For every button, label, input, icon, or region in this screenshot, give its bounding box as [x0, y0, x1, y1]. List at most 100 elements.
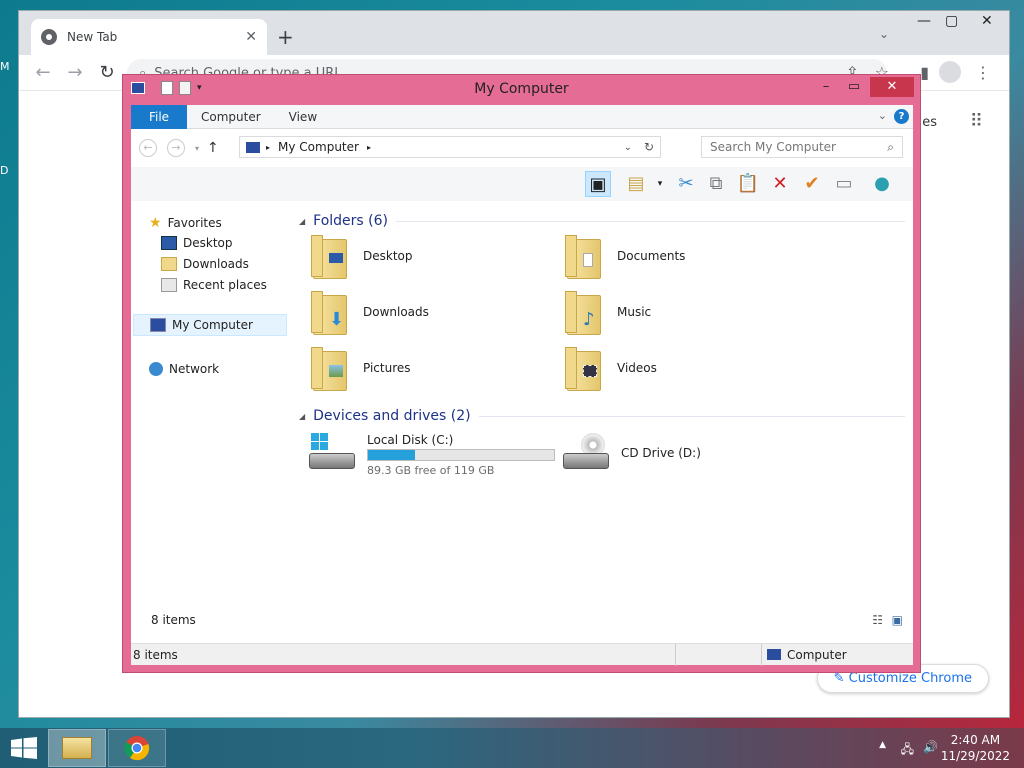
side-panel-icon[interactable]: ▮ [920, 63, 929, 82]
star-icon: ★ [149, 215, 162, 231]
rename-icon[interactable]: ▭ [831, 171, 857, 197]
maximize-button[interactable]: ▢ [945, 13, 958, 29]
drive-local-disk-c[interactable]: Local Disk (C:) 89.3 GB free of 119 GB [309, 433, 555, 477]
taskbar-file-explorer[interactable] [48, 729, 106, 767]
taskbar-chrome[interactable] [108, 729, 166, 767]
group-title: Devices and drives (2) [313, 408, 471, 424]
network-icon [149, 362, 163, 376]
nav-network[interactable]: Network [149, 362, 219, 376]
forward-button[interactable]: → [167, 139, 185, 157]
reload-button[interactable]: ↻ [91, 62, 123, 83]
network-icon[interactable]: 🖧 [901, 740, 914, 761]
drive-cd-d[interactable]: CD Drive (D:) [563, 433, 701, 473]
command-toolbar: ▣ ▤ ▾ ✂ ⧉ 📋 ✕ ✔ ▭ ● [131, 167, 913, 201]
tab-search-icon[interactable]: ⌄ [879, 27, 889, 41]
status-bar: 8 items Computer [131, 643, 913, 666]
tab-new-tab[interactable]: New Tab ✕ [31, 19, 267, 55]
nav-desktop[interactable]: Desktop [161, 236, 233, 250]
volume-icon[interactable]: 🔊 [923, 740, 938, 754]
group-header-folders[interactable]: ◢ Folders (6) [299, 213, 905, 229]
divider [396, 220, 905, 222]
recent-locations-icon[interactable]: ▾ [195, 144, 199, 153]
nav-my-computer[interactable]: My Computer [133, 314, 287, 336]
explorer-body: File Computer View ⌄ ? ← → ▾ ↑ ▸ My Comp… [131, 104, 913, 666]
preview-pane-icon[interactable]: ▣ [585, 171, 611, 197]
network-globe-icon[interactable]: ● [869, 171, 895, 197]
tab-file[interactable]: File [131, 104, 187, 129]
chevron-right-icon[interactable]: ▸ [367, 143, 371, 152]
recent-places-icon [161, 278, 177, 292]
up-button[interactable]: ↑ [207, 140, 219, 156]
explorer-window: ▾ My Computer – ▭ ✕ File Computer View ⌄… [122, 74, 921, 673]
folder-music[interactable]: ♪ Music [565, 289, 651, 335]
images-link-fragment[interactable]: es [922, 115, 937, 130]
back-button[interactable]: ← [27, 62, 59, 83]
tab-computer[interactable]: Computer [187, 110, 275, 124]
desktop-label-fragment: M [0, 60, 10, 73]
folder-label: Downloads [363, 305, 429, 319]
explorer-titlebar[interactable]: ▾ My Computer – ▭ ✕ [123, 75, 920, 103]
copy-icon[interactable]: ⧉ [703, 171, 729, 197]
desktop-folder-icon [311, 233, 351, 279]
forward-button[interactable]: → [59, 62, 91, 83]
minimize-button[interactable]: — [917, 13, 931, 29]
properties-folder-icon[interactable]: ▤ [623, 171, 649, 197]
clock-date: 11/29/2022 [940, 749, 1010, 763]
folder-videos[interactable]: Videos [565, 345, 657, 391]
clock[interactable]: 2:40 AM 11/29/2022 [941, 732, 1010, 764]
nav-downloads[interactable]: Downloads [161, 257, 249, 271]
delete-icon[interactable]: ✕ [767, 171, 793, 197]
group-header-devices[interactable]: ◢ Devices and drives (2) [299, 408, 905, 424]
nav-label: Desktop [183, 236, 233, 250]
clock-time: 2:40 AM [950, 733, 1001, 747]
folder-documents[interactable]: Documents [565, 233, 685, 279]
minimize-button[interactable]: – [814, 77, 838, 97]
close-tab-icon[interactable]: ✕ [245, 29, 257, 45]
drive-label: Local Disk (C:) [367, 433, 454, 447]
address-dropdown-icon[interactable]: ⌄ [624, 142, 632, 153]
checkmark-icon[interactable]: ✔ [799, 171, 825, 197]
items-count: 8 items [151, 613, 196, 627]
close-window-button[interactable]: ✕ [981, 13, 993, 29]
navigation-pane: ★ Favorites Desktop Downloads Recent pla… [131, 201, 289, 635]
views-dropdown-icon[interactable]: ▾ [647, 171, 673, 197]
back-button[interactable]: ← [139, 139, 157, 157]
apps-grid-icon[interactable]: ⠿ [970, 111, 983, 132]
maximize-button[interactable]: ▭ [842, 77, 866, 97]
large-icons-view-icon[interactable]: ▣ [892, 613, 903, 627]
status-location: Computer [787, 648, 847, 662]
refresh-icon[interactable]: ↻ [644, 140, 654, 154]
group-title: Folders (6) [313, 213, 388, 229]
show-hidden-icons[interactable]: ▲ [879, 740, 886, 750]
new-tab-button[interactable]: + [277, 25, 294, 49]
nav-label: My Computer [172, 318, 253, 332]
menu-icon[interactable]: ⋮ [975, 63, 991, 82]
folder-label: Music [617, 305, 652, 319]
folder-desktop[interactable]: Desktop [311, 233, 413, 279]
downloads-folder-icon: ⬇ [311, 289, 351, 335]
search-icon: ⌕ [887, 139, 894, 154]
divider [675, 644, 676, 666]
search-input[interactable]: Search My Computer ⌕ [701, 136, 903, 158]
profile-avatar[interactable] [939, 61, 961, 83]
desktop-icon [161, 236, 177, 250]
help-icon[interactable]: ? [894, 109, 909, 124]
computer-icon [150, 318, 166, 332]
details-view-icon[interactable]: ☷ [872, 613, 883, 627]
close-button[interactable]: ✕ [870, 77, 914, 97]
cut-icon[interactable]: ✂ [673, 171, 699, 197]
folder-pictures[interactable]: Pictures [311, 345, 411, 391]
music-folder-icon: ♪ [565, 289, 605, 335]
nav-favorites[interactable]: ★ Favorites [149, 215, 222, 231]
search-placeholder: Search My Computer [710, 140, 836, 154]
start-button[interactable] [0, 728, 48, 768]
pencil-icon: ✎ [833, 671, 845, 686]
expand-ribbon-icon[interactable]: ⌄ [878, 109, 887, 122]
tab-view[interactable]: View [275, 110, 331, 124]
customize-chrome-label: Customize Chrome [848, 671, 972, 686]
address-bar[interactable]: ▸ My Computer ▸ ⌄ ↻ [239, 136, 661, 158]
paste-icon[interactable]: 📋 [735, 171, 761, 197]
file-explorer-icon [62, 737, 92, 759]
folder-downloads[interactable]: ⬇ Downloads [311, 289, 429, 335]
nav-recent-places[interactable]: Recent places [161, 278, 267, 292]
